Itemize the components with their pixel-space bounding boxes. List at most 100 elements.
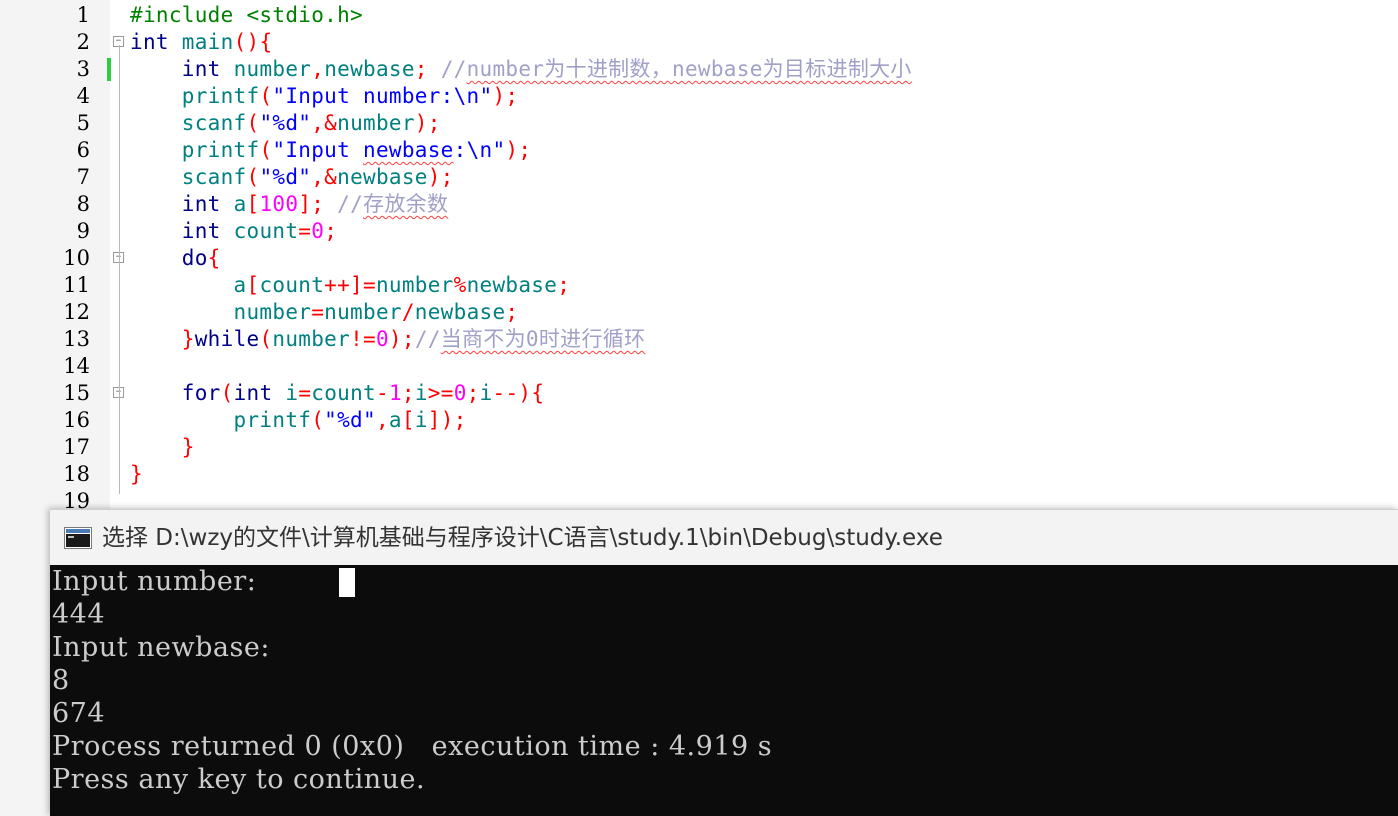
- line-number: 3: [76, 57, 90, 81]
- code-line[interactable]: 15− for(int i=count-1;i>=0;i--){: [0, 380, 1398, 407]
- code-token: i: [479, 381, 493, 405]
- code-token: (: [259, 138, 273, 162]
- code-line[interactable]: 3 int number,newbase; //number为十进制数，newb…: [0, 56, 1398, 83]
- code-token: newbase: [324, 57, 415, 81]
- code-token: int: [130, 30, 169, 54]
- code-line[interactable]: 9 int count=0;: [0, 218, 1398, 245]
- code-text: }while(number!=0);//当商不为0时进行循环: [130, 326, 645, 353]
- code-token: 1: [388, 381, 402, 405]
- code-token: int: [233, 381, 273, 405]
- code-token: number为十进制数，newbase为目标进制大小: [466, 57, 912, 81]
- code-text: int a[100]; //存放余数: [130, 191, 448, 218]
- code-token: int: [181, 192, 221, 216]
- code-token: "Input: [272, 138, 364, 162]
- code-token: ;: [466, 381, 480, 405]
- code-token: printf: [233, 408, 312, 432]
- code-token: count: [311, 381, 376, 405]
- code-token: //: [337, 192, 364, 216]
- code-token: scanf: [181, 165, 247, 189]
- code-token: --){: [492, 381, 545, 405]
- console-line: Input number:: [52, 566, 257, 597]
- code-token: (: [259, 327, 273, 351]
- code-token: scanf: [181, 111, 247, 135]
- code-line[interactable]: 12 number=number/newbase;: [0, 299, 1398, 326]
- code-line[interactable]: 2− int main(){: [0, 29, 1398, 56]
- code-token: number: [324, 300, 402, 324]
- code-line[interactable]: 6 printf("Input newbase:\n");: [0, 137, 1398, 164]
- code-token: #include <stdio.h>: [130, 3, 363, 27]
- code-token: int: [181, 57, 221, 81]
- code-text: printf("%d",a[i]);: [130, 407, 467, 434]
- code-line[interactable]: 1 #include <stdio.h>: [0, 2, 1398, 29]
- code-token: ,: [375, 408, 389, 432]
- code-line[interactable]: 18}: [0, 461, 1398, 488]
- code-token: [: [246, 192, 260, 216]
- code-line[interactable]: 13 }while(number!=0);//当商不为0时进行循环: [0, 326, 1398, 353]
- code-token: 当商不为0时进行循环: [440, 327, 646, 351]
- code-token: ];: [298, 192, 338, 216]
- code-token: (: [246, 111, 260, 135]
- code-token: ,&: [311, 165, 338, 189]
- console-line: Input newbase:: [52, 632, 270, 663]
- code-line[interactable]: 14: [0, 353, 1398, 380]
- code-text: }: [130, 434, 195, 461]
- code-token: );: [492, 84, 519, 108]
- console-line: 444: [52, 599, 106, 630]
- code-token: i: [414, 408, 428, 432]
- code-text: do{: [130, 245, 221, 272]
- code-token: }: [130, 462, 143, 486]
- code-token: ;: [401, 381, 415, 405]
- code-token: ;: [557, 273, 571, 297]
- code-text: a[count++]=number%newbase;: [130, 272, 570, 299]
- code-line[interactable]: 5 scanf("%d",&number);: [0, 110, 1398, 137]
- code-token: i: [414, 381, 428, 405]
- line-number: 8: [76, 192, 90, 216]
- console-line: Process returned 0 (0x0) execution time …: [52, 731, 773, 762]
- code-token: =: [311, 300, 325, 324]
- code-token: printf: [181, 138, 260, 162]
- line-number: 16: [63, 408, 90, 432]
- code-text: scanf("%d",&newbase);: [130, 164, 454, 191]
- code-token: ;: [324, 219, 338, 243]
- code-token: main: [168, 30, 234, 54]
- code-line[interactable]: 7 scanf("%d",&newbase);: [0, 164, 1398, 191]
- console-output[interactable]: Input number: 444 Input newbase: 8 674 P…: [50, 565, 1398, 816]
- line-number: 2: [76, 30, 90, 54]
- code-token: ,: [311, 57, 325, 81]
- code-token: newbase: [337, 165, 428, 189]
- code-token: number: [233, 300, 312, 324]
- code-token: do: [181, 246, 208, 270]
- code-line[interactable]: 8 int a[100]; //存放余数: [0, 191, 1398, 218]
- console-window[interactable]: 选择 D:\wzy的文件\计算机基础与程序设计\C语言\study.1\bin\…: [50, 509, 1398, 816]
- code-token: "Input number:\n": [272, 84, 493, 108]
- code-line[interactable]: 10− do{: [0, 245, 1398, 272]
- code-token: ;: [505, 300, 519, 324]
- console-window-title: 选择 D:\wzy的文件\计算机基础与程序设计\C语言\study.1\bin\…: [102, 525, 943, 551]
- code-token: i: [272, 381, 299, 405]
- code-token: );: [427, 165, 454, 189]
- code-token: {: [207, 246, 221, 270]
- code-text: printf("Input number:\n");: [130, 83, 518, 110]
- code-token: 100: [259, 192, 299, 216]
- code-text: int number,newbase; //number为十进制数，newbas…: [130, 56, 912, 83]
- code-token: [: [246, 273, 260, 297]
- code-line[interactable]: 17 }: [0, 434, 1398, 461]
- code-token: //: [414, 327, 441, 351]
- code-token: newbase: [466, 273, 558, 297]
- code-line[interactable]: 16 printf("%d",a[i]);: [0, 407, 1398, 434]
- console-line: 8: [52, 665, 70, 696]
- code-text: int main(){: [130, 29, 272, 56]
- console-app-icon: [64, 527, 92, 549]
- code-token: [: [401, 408, 415, 432]
- code-token: !=: [350, 327, 376, 351]
- code-line[interactable]: 4 printf("Input number:\n");: [0, 83, 1398, 110]
- code-line[interactable]: 11 a[count++]=number%newbase;: [0, 272, 1398, 299]
- line-number: 5: [76, 111, 90, 135]
- console-title-bar[interactable]: 选择 D:\wzy的文件\计算机基础与程序设计\C语言\study.1\bin\…: [50, 509, 1398, 566]
